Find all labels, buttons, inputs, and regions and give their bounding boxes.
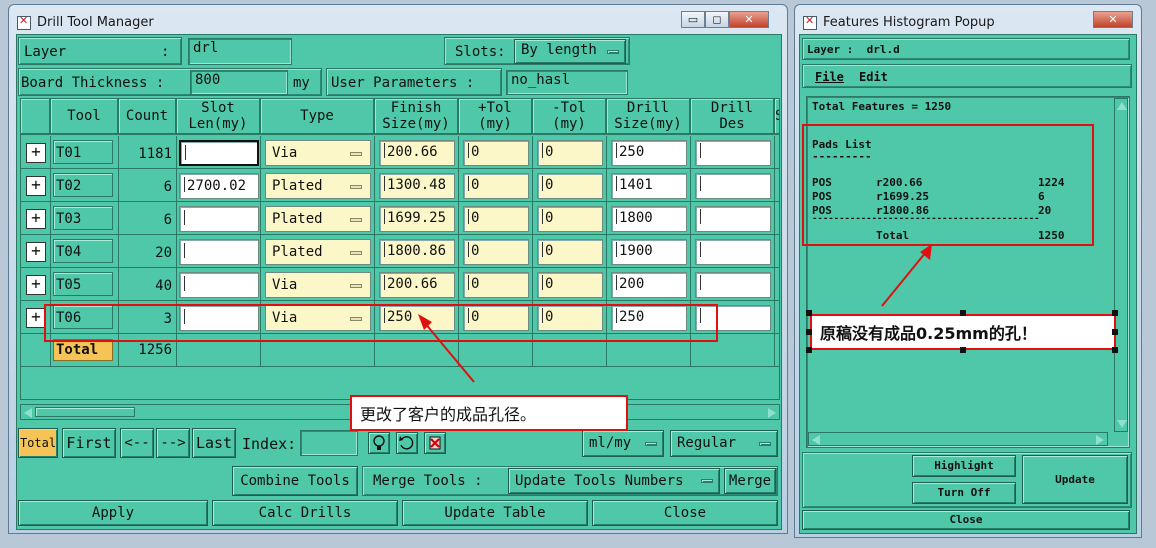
annotation-arrows [418,244,932,383]
arrow-to-t06 [423,321,475,383]
arrow-to-pads-list [881,251,927,307]
